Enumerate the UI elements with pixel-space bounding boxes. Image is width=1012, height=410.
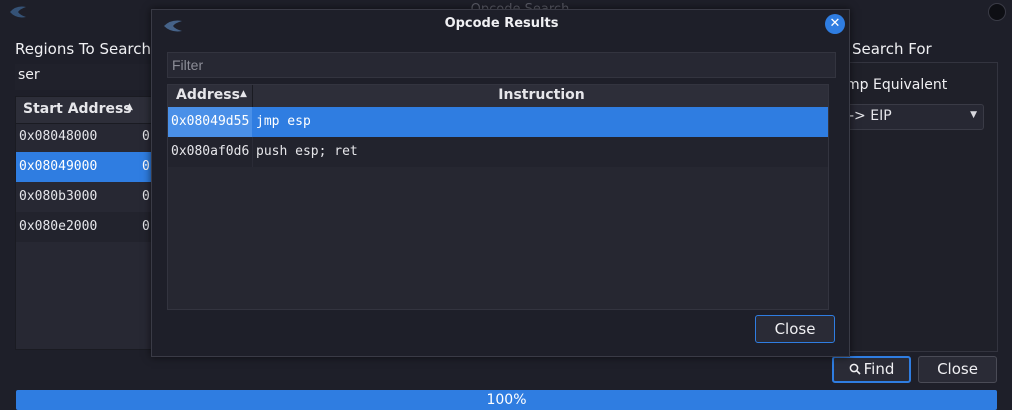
cell: 0 xyxy=(142,159,150,174)
address-cell: 0x08049d55 xyxy=(168,107,252,137)
results-table: Address ▲ Instruction 0x08049d55 jmp esp… xyxy=(167,84,829,310)
results-table-header: Address ▲ Instruction xyxy=(168,85,828,108)
address-column-header[interactable]: Address ▲ xyxy=(168,85,253,107)
dialog-close-button[interactable]: Close xyxy=(755,315,835,343)
register-select-value: -> EIP xyxy=(849,108,892,124)
find-button[interactable]: Find xyxy=(832,356,911,383)
filter-input[interactable] xyxy=(167,52,836,78)
table-row[interactable]: 0x080af0d6 push esp; ret xyxy=(168,137,828,167)
cell: 0 xyxy=(142,129,150,144)
instruction-cell: push esp; ret xyxy=(256,144,358,159)
instruction-column-header[interactable]: Instruction xyxy=(253,87,828,103)
dragon-logo-icon xyxy=(10,6,26,18)
start-address-cell: 0x08048000 xyxy=(19,129,98,144)
dialog-title: Opcode Results xyxy=(444,16,559,31)
table-row[interactable]: 0x08049000 0 xyxy=(16,152,152,182)
table-row[interactable]: 0x08049d55 jmp esp xyxy=(168,107,828,137)
main-close-button[interactable]: Close xyxy=(918,356,997,383)
opcode-results-dialog: Opcode Results ✕ Address ▲ Instruction 0… xyxy=(151,9,850,357)
sort-ascending-icon: ▲ xyxy=(240,89,247,99)
search-icon xyxy=(849,363,861,375)
chevron-down-icon: ▼ xyxy=(970,110,977,120)
progress-bar: 100% xyxy=(16,390,997,410)
address-header-label: Address xyxy=(176,87,240,103)
table-row[interactable]: 0x080e2000 0 xyxy=(16,212,152,242)
start-address-header[interactable]: Start Address xyxy=(23,101,132,117)
regions-filter-input[interactable]: ser xyxy=(15,64,151,90)
start-address-cell: 0x080e2000 xyxy=(19,219,98,234)
jmp-equivalent-radio[interactable]: mp Equivalent xyxy=(846,77,947,93)
table-row[interactable]: 0x080b3000 0 xyxy=(16,182,152,212)
instruction-cell: jmp esp xyxy=(256,114,311,129)
column-divider xyxy=(252,137,253,167)
search-for-label: o Search For xyxy=(838,40,932,58)
register-select[interactable]: -> EIP ▼ xyxy=(836,104,984,130)
start-address-cell: 0x080b3000 xyxy=(19,189,98,204)
find-button-label: Find xyxy=(863,360,895,378)
cell: 0 xyxy=(142,189,150,204)
progress-text: 100% xyxy=(486,392,527,408)
table-row[interactable]: 0x08048000 0 xyxy=(16,122,152,152)
start-address-cell: 0x08049000 xyxy=(19,159,98,174)
regions-table: Start Address ▲ 0x08048000 0 0x08049000 … xyxy=(15,96,153,350)
window-menu-button[interactable] xyxy=(988,3,1006,21)
address-cell: 0x080af0d6 xyxy=(171,144,250,159)
sort-ascending-icon: ▲ xyxy=(126,102,133,112)
regions-table-header[interactable]: Start Address ▲ xyxy=(16,97,152,124)
cell: 0 xyxy=(142,219,150,234)
regions-label: Regions To Search: xyxy=(15,40,157,58)
close-icon[interactable]: ✕ xyxy=(825,14,845,34)
